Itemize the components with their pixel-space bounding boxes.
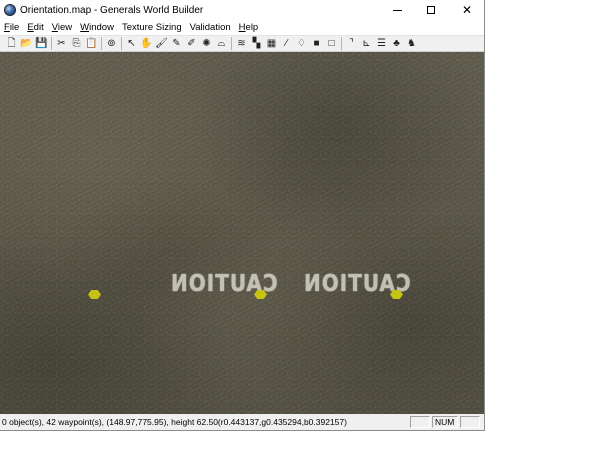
toolbar-separator: [101, 37, 102, 50]
open-folder-icon[interactable]: 📂: [19, 37, 34, 51]
status-pane-empty: [410, 416, 430, 428]
grid-icon[interactable]: ▦: [264, 37, 279, 51]
toolbar: 🗋 📂 💾 ✂ ⎘ 📋 ⊚ ↖ ✋ 🖌 ✎ ✐ ✺ ⌓ ≋ ▚ ▦ ⁄ ♢ ■ □ ⌝ ⊾ ☰ ♣ ♞: [0, 35, 484, 52]
copy-icon[interactable]: ⎘: [69, 37, 84, 51]
window-title: Orientation.map - Generals World Builder: [20, 4, 204, 16]
corner-icon[interactable]: ⌝: [344, 37, 359, 51]
object-properties-icon[interactable]: ⊚: [104, 37, 119, 51]
menu-help[interactable]: Help: [235, 22, 263, 33]
brush-icon[interactable]: 🖌: [154, 37, 169, 51]
menu-bar: File Edit View Window Texture Sizing Validati…: [0, 20, 484, 35]
eyedropper-icon[interactable]: ⁄: [279, 37, 294, 51]
axis-icon[interactable]: ⊾: [359, 37, 374, 51]
toolbar-separator: [51, 37, 52, 50]
menu-texture-sizing[interactable]: Texture Sizing: [118, 22, 186, 33]
sparkle-icon[interactable]: ✺: [199, 37, 214, 51]
feather-brush-icon[interactable]: ✎: [169, 37, 184, 51]
fill-bucket-icon[interactable]: ♢: [294, 37, 309, 51]
menu-edit[interactable]: Edit: [23, 22, 47, 33]
maximize-button[interactable]: [414, 0, 448, 20]
close-button[interactable]: ✕: [450, 0, 484, 20]
terrain-texture: [0, 52, 484, 414]
menu-file[interactable]: File: [0, 22, 23, 33]
paste-icon[interactable]: 📋: [84, 37, 99, 51]
cut-icon[interactable]: ✂: [54, 37, 69, 51]
app-globe-icon[interactable]: [4, 4, 16, 16]
black-square-icon[interactable]: ■: [309, 37, 324, 51]
pointer-icon[interactable]: ↖: [124, 37, 139, 51]
hand-move-icon[interactable]: ✋: [139, 37, 154, 51]
toolbar-separator: [341, 37, 342, 50]
mound-icon[interactable]: ⌓: [214, 37, 229, 51]
new-file-icon[interactable]: 🗋: [4, 37, 19, 51]
waypoint-icon[interactable]: ♞: [404, 37, 419, 51]
title-bar[interactable]: Orientation.map - Generals World Builder…: [0, 0, 484, 20]
minimize-icon: [392, 10, 402, 11]
status-pane-empty: [460, 416, 480, 428]
tile-paint-icon[interactable]: ✐: [184, 37, 199, 51]
menu-window[interactable]: Window: [76, 22, 118, 33]
menu-view[interactable]: View: [48, 22, 76, 33]
checkerboard-icon[interactable]: ▚: [249, 37, 264, 51]
menu-validation[interactable]: Validation: [186, 22, 235, 33]
status-pane-num-lock: NUM: [432, 416, 458, 428]
road-icon[interactable]: ☰: [374, 37, 389, 51]
minimize-button[interactable]: [380, 0, 414, 20]
toolbar-separator: [231, 37, 232, 50]
status-text: 0 object(s), 42 waypoint(s), (148.97,775…: [2, 417, 347, 427]
maximize-icon: [427, 6, 435, 14]
save-icon[interactable]: 💾: [34, 37, 49, 51]
close-icon: ✕: [461, 3, 473, 17]
map-viewport[interactable]: CAUTION CAUTION: [0, 52, 484, 414]
outline-square-icon[interactable]: □: [324, 37, 339, 51]
status-bar: 0 object(s), 42 waypoint(s), (148.97,775…: [0, 414, 484, 430]
tree-icon[interactable]: ♣: [389, 37, 404, 51]
toolbar-separator: [121, 37, 122, 50]
water-icon[interactable]: ≋: [234, 37, 249, 51]
app-window: Orientation.map - Generals World Builder…: [0, 0, 485, 431]
